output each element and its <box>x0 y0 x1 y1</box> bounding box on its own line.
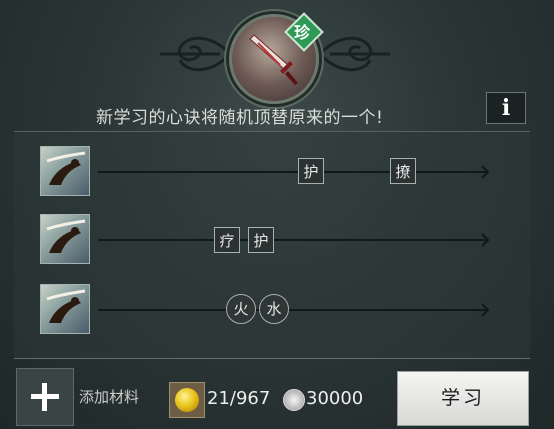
track-end-mark <box>481 233 490 247</box>
skill-row-1: 护 撩 <box>40 146 500 198</box>
skill-track <box>98 239 488 241</box>
info-button[interactable]: i <box>486 92 526 124</box>
track-end-mark <box>481 165 490 179</box>
skill-track <box>98 171 488 173</box>
skill-tag[interactable]: 护 <box>248 227 274 253</box>
skill-tag[interactable]: 撩 <box>390 158 416 184</box>
silver-coin-icon <box>283 389 305 411</box>
skill-tag[interactable]: 火 <box>226 294 256 324</box>
divider <box>14 358 530 359</box>
rarity-label: 珍 <box>293 23 310 42</box>
add-material-label: 添加材料 <box>79 388 140 406</box>
skill-row-2: 疗 护 <box>40 214 500 266</box>
learn-button[interactable]: 学习 <box>397 371 529 426</box>
skill-tag[interactable]: 水 <box>259 294 289 324</box>
replace-hint-text: 新学习的心诀将随机顶替原来的一个! <box>96 108 384 128</box>
martial-artist-icon[interactable] <box>40 146 90 196</box>
add-material-button[interactable] <box>16 368 74 426</box>
rarity-badge: 珍 <box>284 12 324 52</box>
skill-track <box>98 309 488 311</box>
gold-coin-icon[interactable] <box>169 382 205 418</box>
martial-artist-icon[interactable] <box>40 214 90 264</box>
skill-tag[interactable]: 护 <box>298 158 324 184</box>
skill-tag[interactable]: 疗 <box>214 227 240 253</box>
cost-value: 30000 <box>306 388 364 409</box>
coin-count: 21/967 <box>207 388 271 409</box>
skill-row-3: 火 水 <box>40 284 500 336</box>
martial-artist-icon[interactable] <box>40 284 90 334</box>
track-end-mark <box>481 303 490 317</box>
